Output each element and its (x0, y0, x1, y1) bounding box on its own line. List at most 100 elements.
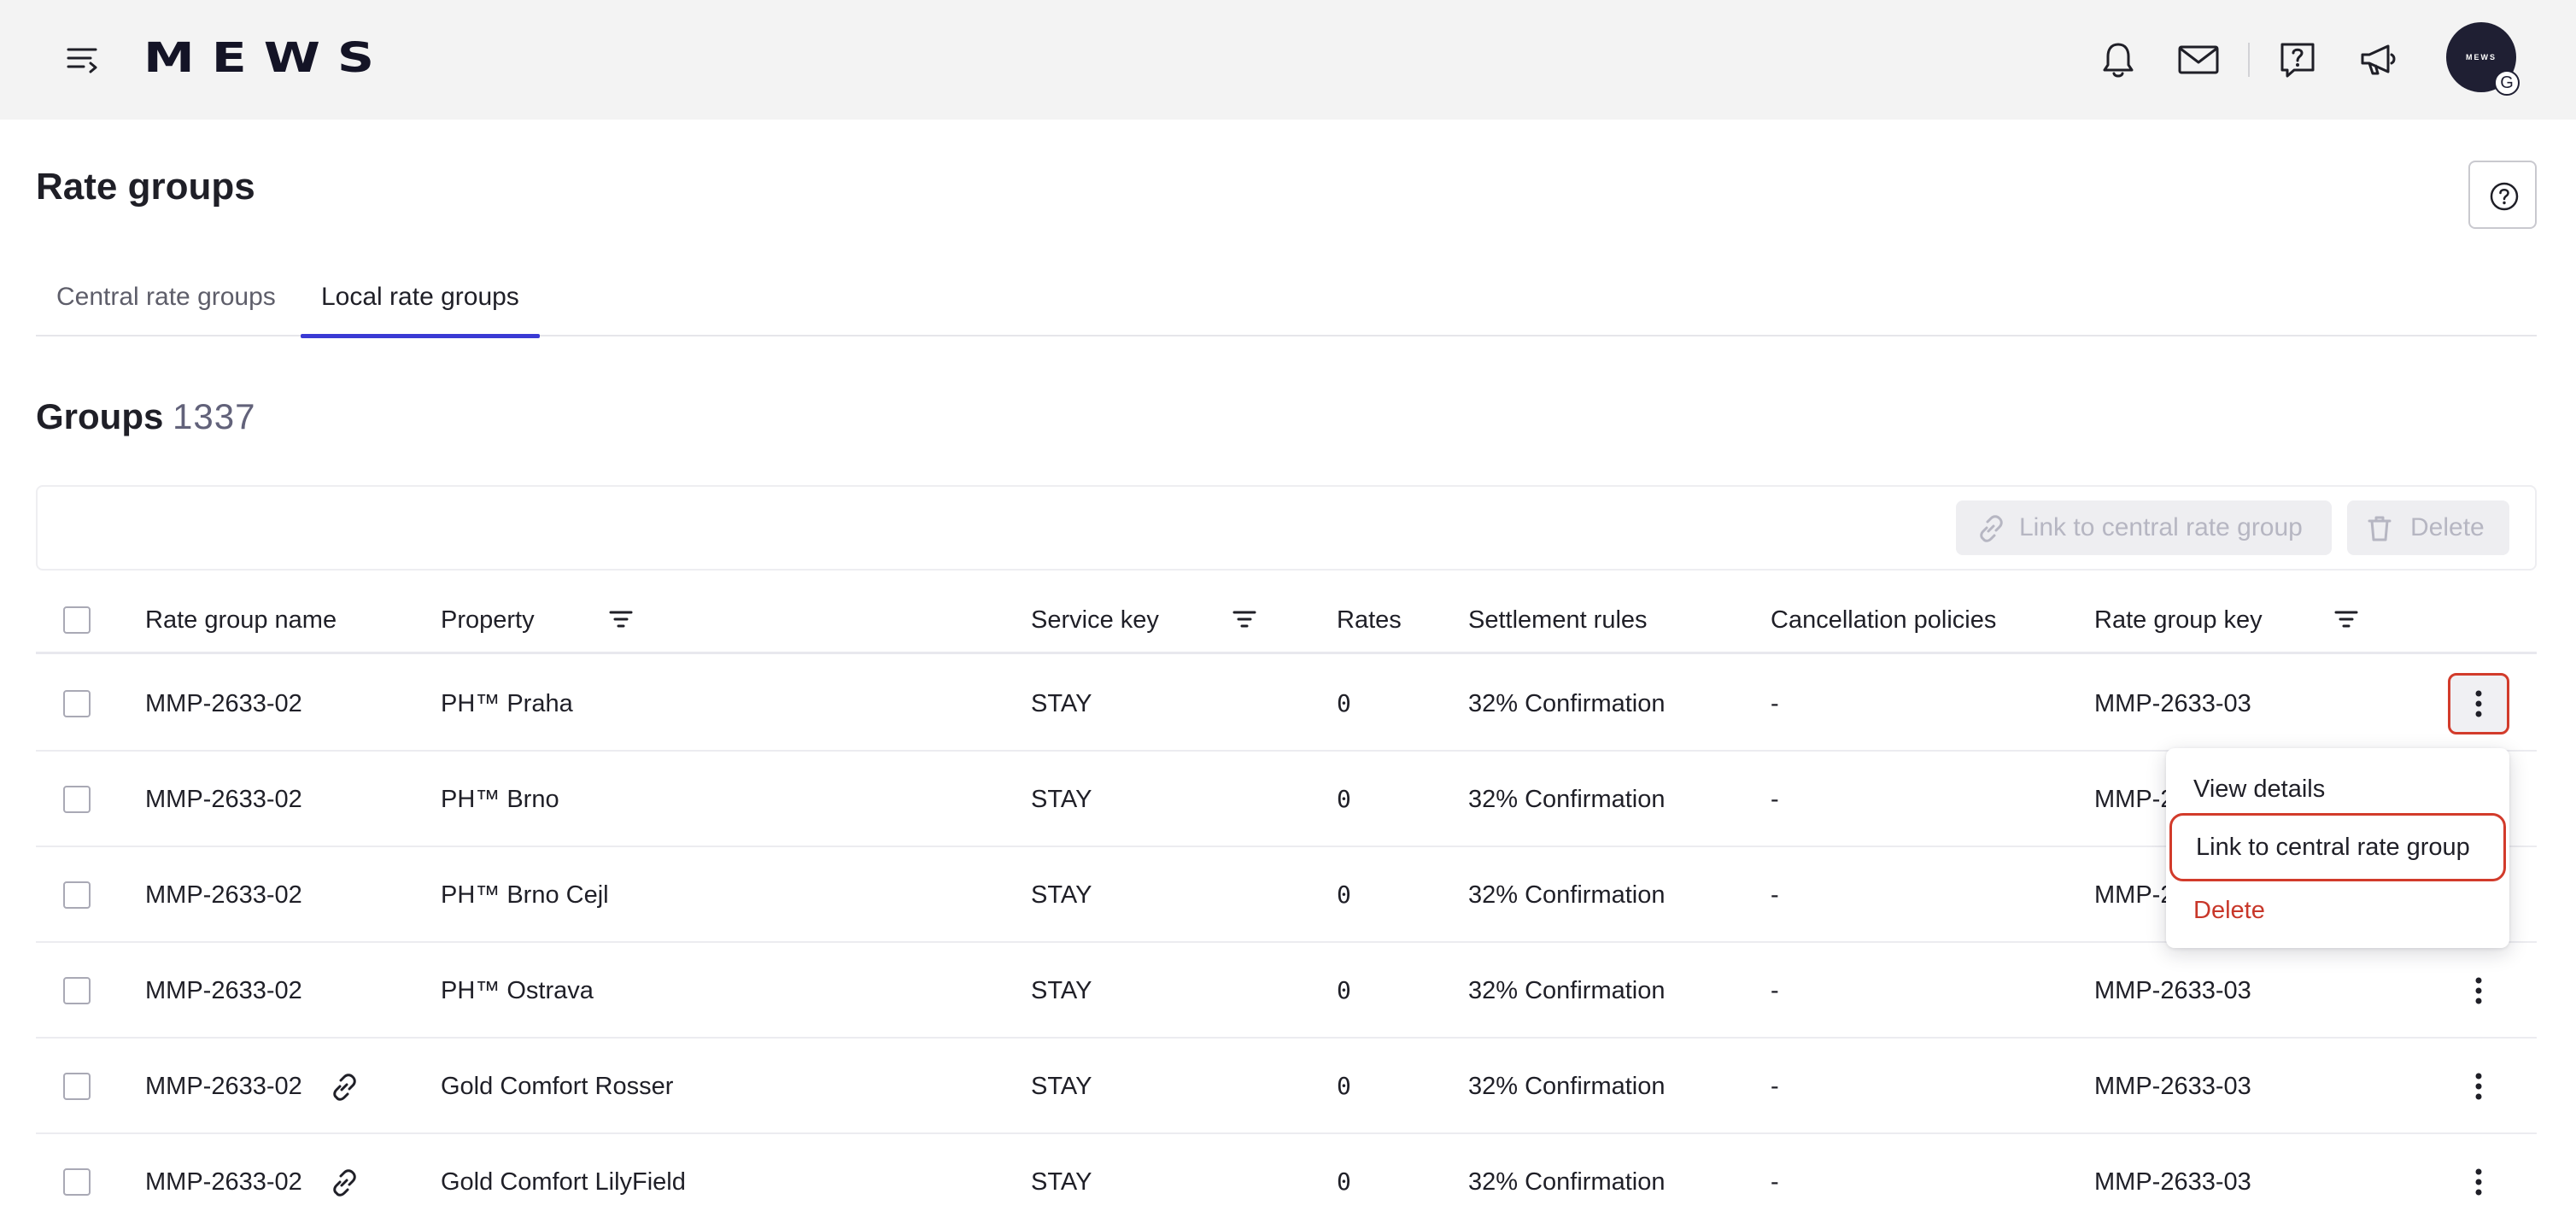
cell-cancellation-policies: - (1771, 1168, 1779, 1196)
cell-rates: 0 (1337, 881, 1351, 909)
linked-rate-group-icon (330, 1168, 359, 1197)
kebab-menu-icon (2475, 1073, 2482, 1100)
menu-item-link-to-central-rate-group[interactable]: Link to central rate group (2169, 813, 2506, 881)
cell-service-key: STAY (1031, 977, 1092, 1004)
header-settlement-rules[interactable]: Settlement rules (1468, 586, 1648, 654)
cell-cancellation-policies: - (1771, 1073, 1779, 1100)
cell-rates: 0 (1337, 1167, 1351, 1196)
row-checkbox[interactable] (63, 1168, 91, 1196)
header-property[interactable]: Property (441, 586, 535, 654)
kebab-menu-icon (2475, 690, 2482, 717)
menu-item-delete[interactable]: Delete (2193, 887, 2265, 934)
groups-heading: Groups (36, 396, 164, 436)
cell-settlement-rules: 32% Confirmation (1468, 881, 1666, 909)
linked-rate-group-icon (330, 1073, 359, 1102)
tab-local-rate-groups[interactable]: Local rate groups (301, 273, 540, 338)
cell-cancellation-policies: - (1771, 690, 1779, 717)
question-circle-icon (2490, 182, 2519, 211)
row-checkbox[interactable] (63, 690, 91, 717)
cell-service-key: STAY (1031, 1073, 1092, 1100)
menu-item-view-details[interactable]: View details (2193, 765, 2325, 813)
help-button[interactable] (2468, 161, 2537, 229)
cell-service-key: STAY (1031, 881, 1092, 909)
cell-service-key: STAY (1031, 1168, 1092, 1196)
rate-group-key-filter-icon[interactable] (2333, 606, 2359, 632)
row-actions-button[interactable] (2448, 1056, 2509, 1117)
top-bar: MEWS MEWS G (0, 0, 2576, 120)
row-checkbox[interactable] (63, 786, 91, 813)
cell-settlement-rules: 32% Confirmation (1468, 977, 1666, 1004)
mail-icon[interactable] (2176, 38, 2221, 82)
kebab-menu-icon (2475, 1168, 2482, 1196)
trash-icon (2368, 516, 2392, 541)
cell-rate-group-key: MMP-2633-03 (2094, 690, 2251, 717)
cell-rate-group-name: MMP-2633-02 (145, 1073, 302, 1100)
cell-rate-group-name: MMP-2633-02 (145, 690, 302, 717)
cell-settlement-rules: 32% Confirmation (1468, 786, 1666, 813)
bell-icon[interactable] (2096, 38, 2140, 82)
row-actions-button[interactable] (2448, 673, 2509, 734)
cell-rates: 0 (1337, 785, 1351, 813)
cell-rates: 0 (1337, 689, 1351, 717)
avatar-badge: G (2494, 70, 2520, 96)
row-checkbox[interactable] (63, 881, 91, 909)
table-row[interactable]: MMP-2633-02 Gold Comfort Rosser STAY 0 3… (36, 1039, 2537, 1134)
cell-property: PH™ Brno (441, 786, 559, 813)
cell-rate-group-key: MMP-2633-03 (2094, 1168, 2251, 1196)
tab-central-rate-groups[interactable]: Central rate groups (36, 273, 296, 336)
property-filter-icon[interactable] (608, 606, 634, 632)
row-checkbox[interactable] (63, 977, 91, 1004)
help-chat-icon[interactable] (2275, 38, 2320, 82)
table-row[interactable]: MMP-2633-02 PH™ Ostrava STAY 0 32% Confi… (36, 943, 2537, 1039)
cell-rate-group-name: MMP-2633-02 (145, 786, 302, 813)
table-header: Rate group name Property Service key Rat… (36, 586, 2537, 654)
cell-property: PH™ Brno Cejl (441, 881, 609, 909)
header-service-key[interactable]: Service key (1031, 586, 1159, 654)
cell-settlement-rules: 32% Confirmation (1468, 1073, 1666, 1100)
cell-settlement-rules: 32% Confirmation (1468, 1168, 1666, 1196)
row-actions-button[interactable] (2448, 1151, 2509, 1213)
megaphone-icon[interactable] (2357, 38, 2402, 82)
menu-icon[interactable] (65, 41, 102, 79)
row-actions-button[interactable] (2448, 960, 2509, 1021)
header-rates[interactable]: Rates (1337, 586, 1402, 654)
toolbar-divider (2248, 43, 2250, 77)
cell-rate-group-name: MMP-2633-02 (145, 977, 302, 1004)
user-avatar[interactable]: MEWS G (2446, 22, 2520, 96)
kebab-menu-icon (2475, 977, 2482, 1004)
cell-service-key: STAY (1031, 690, 1092, 717)
header-cancellation-policies[interactable]: Cancellation policies (1771, 586, 1996, 654)
table-row[interactable]: MMP-2633-02 Gold Comfort LilyField STAY … (36, 1134, 2537, 1223)
link-button-label: Link to central rate group (2019, 513, 2303, 541)
table-row[interactable]: MMP-2633-02 PH™ Brno Cejl STAY 0 32% Con… (36, 847, 2537, 943)
header-rate-group-name[interactable]: Rate group name (145, 586, 337, 654)
cell-rate-group-key: MMP-2633-03 (2094, 1073, 2251, 1100)
cell-property: Gold Comfort LilyField (441, 1168, 686, 1196)
delete-button-label: Delete (2410, 513, 2485, 541)
page-title: Rate groups (36, 166, 255, 208)
cell-property: Gold Comfort Rosser (441, 1073, 674, 1100)
cell-rates: 0 (1337, 1072, 1351, 1100)
bulk-actions-toolbar: Link to central rate group Delete (36, 485, 2537, 571)
link-to-central-rate-group-button[interactable]: Link to central rate group (1956, 500, 2332, 555)
cell-property: PH™ Praha (441, 690, 573, 717)
cell-service-key: STAY (1031, 786, 1092, 813)
cell-rate-group-name: MMP-2633-02 (145, 1168, 302, 1196)
header-rate-group-key[interactable]: Rate group key (2094, 586, 2263, 654)
select-all-checkbox[interactable] (63, 606, 91, 634)
cell-property: PH™ Ostrava (441, 977, 594, 1004)
cell-cancellation-policies: - (1771, 786, 1779, 813)
row-checkbox[interactable] (63, 1073, 91, 1100)
cell-rates: 0 (1337, 976, 1351, 1004)
table-row[interactable]: MMP-2633-02 PH™ Brno STAY 0 32% Confirma… (36, 752, 2537, 847)
cell-cancellation-policies: - (1771, 881, 1779, 909)
delete-button[interactable]: Delete (2347, 500, 2509, 555)
cell-settlement-rules: 32% Confirmation (1468, 690, 1666, 717)
rate-group-tabs: Central rate groups Local rate groups (36, 273, 2537, 338)
cell-rate-group-name: MMP-2633-02 (145, 881, 302, 909)
cell-rate-group-key: MMP-2633-03 (2094, 977, 2251, 1004)
mews-logo[interactable]: MEWS (143, 34, 391, 82)
groups-count: 1337 (173, 396, 256, 436)
service-key-filter-icon[interactable] (1232, 606, 1257, 632)
table-row[interactable]: MMP-2633-02 PH™ Praha STAY 0 32% Confirm… (36, 656, 2537, 752)
